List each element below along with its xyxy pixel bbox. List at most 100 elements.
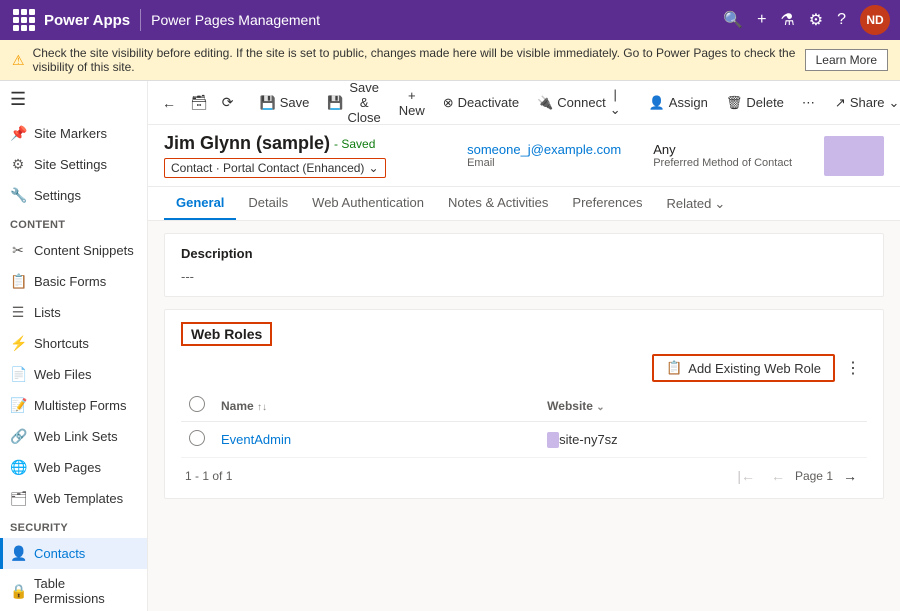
record-saved-status: - Saved <box>334 137 375 151</box>
sidebar-item-web-templates[interactable]: 🗂 Web Templates <box>0 483 147 514</box>
record-header: Jim Glynn (sample) - Saved Contact · Por… <box>148 125 900 187</box>
table-select-all-radio[interactable] <box>189 396 205 412</box>
sidebar-item-label: Settings <box>34 188 81 203</box>
record-avatar-block <box>824 136 884 176</box>
record-email: someone_j@example.com <box>467 142 621 157</box>
description-card: Description --- <box>164 233 884 297</box>
tab-related[interactable]: Related ⌄ <box>655 187 738 220</box>
tab-web-authentication[interactable]: Web Authentication <box>300 187 436 220</box>
sidebar-item-label: Web Link Sets <box>34 429 118 444</box>
basic-forms-icon: 📋 <box>10 273 26 290</box>
new-button[interactable]: + New <box>391 84 433 122</box>
learn-more-button[interactable]: Learn More <box>805 49 888 71</box>
sidebar-item-lists[interactable]: ☰ Lists <box>0 297 147 328</box>
delete-button[interactable]: 🗑 Delete <box>718 91 792 115</box>
pagination-info: 1 - 1 of 1 <box>185 469 232 483</box>
entity-icon-button[interactable]: 🗃 <box>184 90 214 115</box>
add-existing-web-role-button[interactable]: 📋 Add Existing Web Role <box>652 354 835 382</box>
row-radio[interactable] <box>189 430 205 446</box>
connect-button[interactable]: 🔌 Connect |⌄ <box>529 83 629 122</box>
sidebar-item-label: Web Pages <box>34 460 101 475</box>
save-close-button[interactable]: 💾 Save & Close <box>319 81 388 129</box>
form-selector[interactable]: Contact · Portal Contact (Enhanced) ⌄ <box>164 158 386 178</box>
page-next-button[interactable]: → <box>837 466 863 486</box>
table-permissions-icon: 🔒 <box>10 583 26 600</box>
event-admin-link[interactable]: EventAdmin <box>221 432 291 447</box>
table-body: EventAdmin site-ny7sz <box>181 422 867 458</box>
multistep-forms-icon: 📝 <box>10 397 26 414</box>
site-badge <box>547 432 559 448</box>
sidebar-item-basic-forms[interactable]: 📋 Basic Forms <box>0 266 147 297</box>
more-icon: ⋯ <box>802 95 815 111</box>
share-icon: ↗ <box>835 95 846 111</box>
info-banner: ⚠ Check the site visibility before editi… <box>0 40 900 81</box>
webroles-more-button[interactable]: ⋮ <box>839 354 867 382</box>
waffle-menu[interactable] <box>10 6 38 34</box>
filter-icon[interactable]: ⚗ <box>780 10 794 30</box>
avatar[interactable]: ND <box>860 5 890 35</box>
sidebar-item-label: Site Markers <box>34 126 107 141</box>
sidebar-item-settings[interactable]: 🔧 Settings <box>0 180 147 211</box>
save-button[interactable]: 💾 Save <box>252 91 318 115</box>
webroles-title: Web Roles <box>181 322 272 346</box>
assign-button[interactable]: 👤 Assign <box>641 91 716 115</box>
share-button[interactable]: ↗ Share ⌄ <box>825 91 900 115</box>
table-header: Name ↑↓ Website ⌄ <box>181 390 867 422</box>
top-bar: Power Apps Power Pages Management 🔍 + ⚗ … <box>0 0 900 40</box>
record-email-block: someone_j@example.com Email <box>467 142 621 169</box>
web-files-icon: 📄 <box>10 366 26 383</box>
sidebar-item-contacts[interactable]: 👤 Contacts <box>0 538 147 569</box>
sidebar-item-label: Lists <box>34 305 61 320</box>
sidebar-item-site-settings[interactable]: ⚙ Site Settings <box>0 149 147 180</box>
warning-icon: ⚠ <box>12 52 25 69</box>
tab-general[interactable]: General <box>164 187 236 220</box>
sidebar-item-label: Web Templates <box>34 491 123 506</box>
page-prev-button[interactable]: ← <box>765 466 791 486</box>
settings-icon[interactable]: ⚙ <box>809 10 823 30</box>
sidebar-item-label: Content Snippets <box>34 243 134 258</box>
table-col-website[interactable]: Website ⌄ <box>539 390 867 422</box>
sidebar-item-content-snippets[interactable]: ✂ Content Snippets <box>0 235 147 266</box>
sidebar-item-web-link-sets[interactable]: 🔗 Web Link Sets <box>0 421 147 452</box>
page-nav: |← ← Page 1 → <box>731 466 863 486</box>
sidebar-item-label: Basic Forms <box>34 274 106 289</box>
table-col-name[interactable]: Name ↑↓ <box>213 390 539 422</box>
main-layout: ☰ 📌 Site Markers ⚙ Site Settings 🔧 Setti… <box>0 81 900 611</box>
sidebar-hamburger-icon[interactable]: ☰ <box>10 89 26 109</box>
sidebar-header: ☰ <box>0 81 147 118</box>
tab-preferences[interactable]: Preferences <box>560 187 654 220</box>
deactivate-button[interactable]: ⊗ Deactivate <box>435 91 527 115</box>
form-selector-chevron-icon: ⌄ <box>368 161 378 175</box>
back-button[interactable]: ← <box>156 91 182 115</box>
search-icon[interactable]: 🔍 <box>723 10 743 30</box>
deactivate-icon: ⊗ <box>443 95 454 111</box>
name-sort-icon: ↑↓ <box>257 402 267 413</box>
share-chevron-icon: ⌄ <box>889 95 900 111</box>
refresh-button[interactable]: ⟳ <box>216 90 240 115</box>
sidebar-item-label: Web Files <box>34 367 92 382</box>
web-pages-icon: 🌐 <box>10 459 26 476</box>
sidebar-item-shortcuts[interactable]: ⚡ Shortcuts <box>0 328 147 359</box>
page-first-button[interactable]: |← <box>731 466 761 486</box>
sidebar-item-web-pages[interactable]: 🌐 Web Pages <box>0 452 147 483</box>
contacts-icon: 👤 <box>10 545 26 562</box>
security-section-title: Security <box>0 514 147 538</box>
app-name: Power Apps <box>44 12 130 29</box>
web-templates-icon: 🗂 <box>10 490 26 507</box>
sidebar-item-multistep-forms[interactable]: 📝 Multistep Forms <box>0 390 147 421</box>
page-label: Page 1 <box>795 469 833 483</box>
tab-details[interactable]: Details <box>236 187 300 220</box>
row-website-cell: site-ny7sz <box>539 422 867 458</box>
web-link-sets-icon: 🔗 <box>10 428 26 445</box>
help-icon[interactable]: ? <box>837 11 846 29</box>
content-section-title: Content <box>0 211 147 235</box>
add-icon[interactable]: + <box>757 11 766 29</box>
sidebar-item-site-markers[interactable]: 📌 Site Markers <box>0 118 147 149</box>
connect-chevron-icon: |⌄ <box>610 87 621 118</box>
more-button[interactable]: ⋯ <box>794 91 823 115</box>
sidebar-item-table-permissions[interactable]: 🔒 Table Permissions <box>0 569 147 611</box>
sidebar-item-web-files[interactable]: 📄 Web Files <box>0 359 147 390</box>
tab-notes-activities[interactable]: Notes & Activities <box>436 187 560 220</box>
tabs-bar: General Details Web Authentication Notes… <box>148 187 900 221</box>
save-icon: 💾 <box>260 95 276 111</box>
